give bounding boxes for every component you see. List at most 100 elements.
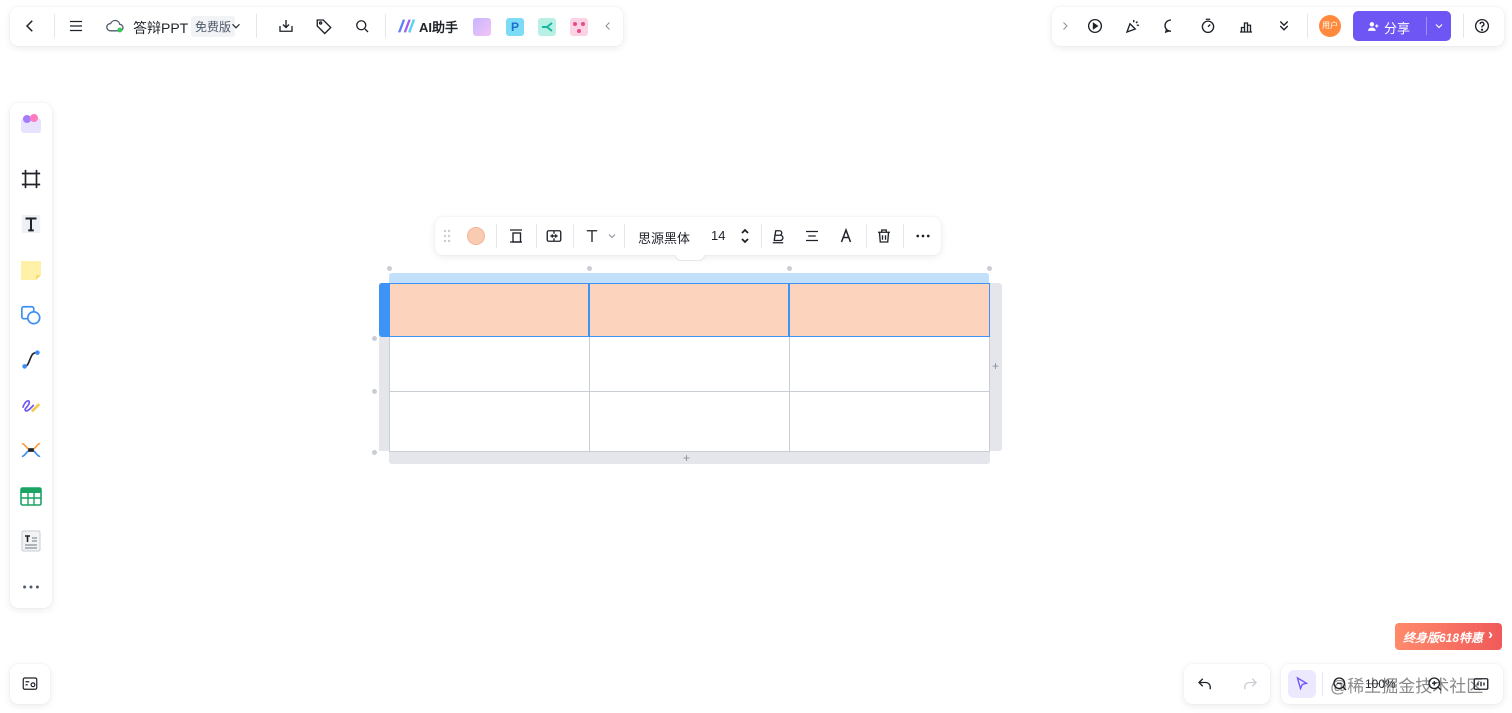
ai-assistant-button[interactable]: AI助手	[396, 16, 458, 36]
chevron-left-icon	[605, 22, 610, 30]
row-header-bar-selected[interactable]	[379, 283, 389, 337]
menu-button[interactable]	[62, 12, 90, 40]
present-button[interactable]	[1081, 12, 1109, 40]
undo-button[interactable]	[1191, 670, 1219, 698]
merge-cells-icon	[546, 230, 562, 242]
add-column-bar[interactable]: +	[990, 283, 1002, 451]
title-dropdown-button[interactable]	[226, 12, 246, 40]
search-button[interactable]	[348, 12, 376, 40]
chevron-left-icon	[25, 20, 33, 32]
selection-handle[interactable]	[787, 266, 792, 271]
share-button[interactable]: 分享	[1353, 11, 1451, 41]
connector-tool[interactable]	[17, 346, 45, 374]
row-height-button[interactable]	[502, 222, 530, 250]
document-title[interactable]: 答辩PPT	[133, 18, 188, 38]
selection-handle[interactable]	[372, 450, 377, 455]
table-cell[interactable]	[589, 392, 790, 452]
connector-icon	[22, 350, 40, 369]
bold-button[interactable]	[764, 222, 792, 250]
shape-tool[interactable]	[17, 301, 45, 329]
vote-button[interactable]	[1232, 12, 1260, 40]
pen-tool[interactable]	[17, 391, 45, 419]
text-color-button[interactable]	[832, 222, 860, 250]
double-chevron-down-icon	[1279, 21, 1289, 31]
help-icon	[1474, 18, 1490, 34]
ai-assistant-label: AI助手	[419, 19, 459, 35]
delete-button[interactable]	[870, 222, 898, 250]
user-avatar[interactable]: 用户	[1319, 15, 1341, 37]
celebrate-button[interactable]	[1119, 12, 1147, 40]
selection-handle[interactable]	[372, 389, 377, 394]
selection-handle[interactable]	[387, 266, 392, 271]
selection-handle[interactable]	[587, 266, 592, 271]
divider	[1463, 14, 1464, 38]
promo-banner[interactable]: 终身版618特惠 ›	[1395, 623, 1502, 650]
minimap-toggle[interactable]	[10, 664, 50, 704]
chevron-down-icon	[232, 23, 240, 29]
column-header-bar-selected[interactable]	[389, 273, 989, 283]
frame-tool[interactable]	[17, 165, 45, 193]
vertical-align-icon	[510, 229, 522, 243]
chevron-down-icon[interactable]	[1433, 20, 1445, 32]
table-tool[interactable]	[17, 482, 45, 510]
comment-button[interactable]	[1157, 12, 1185, 40]
more-tools-sidebar-button[interactable]	[17, 573, 45, 601]
mindmap-tool[interactable]	[17, 436, 45, 464]
redo-icon	[1244, 678, 1257, 690]
font-size-value[interactable]: 14	[711, 228, 725, 243]
shape-icon	[21, 305, 41, 325]
templates-tool[interactable]	[17, 110, 45, 138]
tag-button[interactable]	[310, 12, 338, 40]
frame-icon	[21, 169, 41, 189]
flow-plugin-icon[interactable]	[570, 18, 588, 36]
divider	[624, 224, 625, 248]
font-size-stepper[interactable]	[739, 225, 751, 247]
timer-button[interactable]	[1194, 12, 1222, 40]
table-cell[interactable]	[789, 337, 989, 392]
text-style-button[interactable]	[578, 222, 606, 250]
table-cell[interactable]	[789, 283, 990, 337]
add-row-bar[interactable]: +	[389, 452, 990, 464]
more-options-button[interactable]	[909, 222, 937, 250]
expand-toolbar-button[interactable]	[1055, 12, 1075, 40]
map-icon	[22, 677, 38, 690]
mindmap-plugin-icon[interactable]	[538, 18, 556, 36]
text-tool[interactable]	[17, 210, 45, 238]
collapse-toolbar-button[interactable]	[598, 12, 618, 40]
image-plugin-icon[interactable]	[473, 18, 491, 36]
table-cell[interactable]	[389, 392, 590, 452]
selection-handle[interactable]	[987, 266, 992, 271]
history-controls	[1184, 664, 1270, 704]
document-tool[interactable]	[17, 527, 45, 555]
table-cell[interactable]	[789, 392, 989, 452]
more-tools-button[interactable]	[1270, 12, 1298, 40]
download-button[interactable]	[272, 12, 300, 40]
chevron-down-icon	[608, 234, 616, 239]
table-element[interactable]: + +	[370, 260, 1010, 470]
divider	[385, 14, 386, 38]
redo-button[interactable]	[1236, 670, 1264, 698]
drag-handle[interactable]	[443, 229, 451, 243]
selection-handle[interactable]	[372, 336, 377, 341]
sticky-note-tool[interactable]	[17, 256, 45, 284]
more-horizontal-icon	[916, 234, 930, 238]
align-button[interactable]	[798, 222, 826, 250]
table-cell[interactable]	[389, 337, 590, 392]
merge-cells-button[interactable]	[540, 222, 568, 250]
text-style-dropdown[interactable]	[604, 222, 620, 250]
divider	[1322, 672, 1323, 696]
table-cell[interactable]	[389, 283, 589, 337]
font-family-select[interactable]: 思源黑体	[638, 228, 690, 247]
comment-icon	[1164, 19, 1172, 34]
p-plugin-icon[interactable]: P	[506, 18, 524, 36]
bold-icon	[772, 230, 784, 244]
table-cell[interactable]	[589, 283, 789, 337]
top-right-toolbar: 用户 分享	[1052, 7, 1504, 46]
help-button[interactable]	[1468, 12, 1496, 40]
cursor-icon	[1296, 676, 1309, 691]
select-mode-button[interactable]	[1288, 670, 1316, 698]
table-cell[interactable]	[589, 337, 790, 392]
back-button[interactable]	[16, 12, 44, 40]
fill-color-button[interactable]	[467, 227, 485, 245]
divider	[903, 224, 904, 248]
